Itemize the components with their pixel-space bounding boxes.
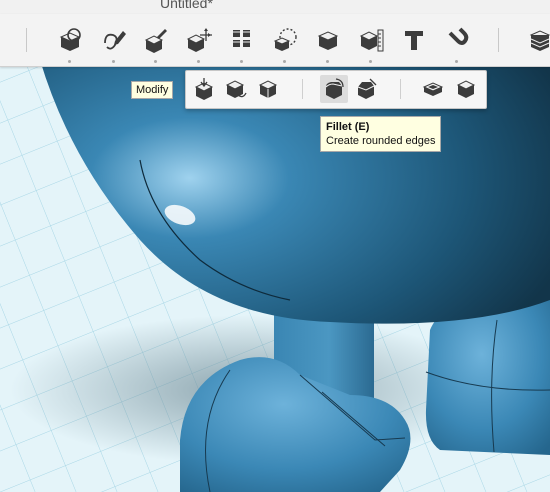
stack-icon [529, 30, 550, 51]
text-t-icon [405, 31, 423, 50]
dropdown-indicator [326, 60, 329, 63]
pattern-tool-button[interactable] [228, 26, 256, 54]
chamfer-button[interactable] [352, 75, 380, 103]
press-pull-icon [194, 78, 214, 100]
dropdown-indicator [197, 60, 200, 63]
window-title: Untitled* [160, 0, 213, 11]
dropdown-indicator [369, 60, 372, 63]
dropdown-indicator [283, 60, 286, 63]
modify-tool-button[interactable] [185, 26, 213, 54]
menu-divider [400, 79, 401, 99]
snap-tool-button[interactable] [443, 26, 471, 54]
grouping-icon [273, 28, 297, 51]
grouping-tool-button[interactable] [271, 26, 299, 54]
dropdown-indicator [68, 60, 71, 63]
shell-button[interactable] [419, 75, 447, 103]
sketch-tool-button[interactable] [56, 26, 84, 54]
dropdown-indicator [455, 60, 458, 63]
split-face-button[interactable] [254, 75, 282, 103]
text-tool-button[interactable] [400, 26, 428, 54]
toolbar-divider [498, 28, 499, 52]
title-bar: Untitled* [0, 0, 550, 14]
construct-tool-button[interactable] [142, 26, 170, 54]
dropdown-indicator [154, 60, 157, 63]
toolbar-divider [26, 28, 27, 52]
main-toolbar [0, 14, 550, 67]
modify-flyout-menu [185, 70, 487, 109]
scale-button[interactable] [452, 75, 480, 103]
pattern-grid-icon [233, 30, 250, 47]
split-icon [258, 80, 278, 98]
fillet-tooltip: Fillet (E) Create rounded edges [320, 116, 442, 152]
construct-icon [144, 29, 167, 53]
model-right-foot [425, 300, 550, 455]
tooltip-title: Fillet (E) [326, 121, 370, 133]
combine-tool-button[interactable] [314, 26, 342, 54]
sketch-edit-tool-button[interactable] [100, 26, 128, 54]
tweak-button[interactable] [222, 75, 250, 103]
ruler-cube-icon [359, 29, 384, 52]
measure-tool-button[interactable] [357, 26, 385, 54]
tooltip-label: Modify [136, 84, 169, 96]
magnet-icon [448, 27, 469, 45]
dropdown-indicator [240, 60, 243, 63]
scale-icon [456, 80, 476, 98]
press-pull-button[interactable] [190, 75, 218, 103]
chamfer-icon [357, 78, 377, 99]
fillet-icon [325, 78, 344, 99]
menu-divider [302, 79, 303, 99]
modify-move-icon [186, 28, 212, 52]
sketch-icon [59, 28, 81, 51]
modify-tooltip: Modify [131, 81, 174, 99]
fillet-button[interactable] [320, 75, 348, 103]
shell-icon [422, 82, 444, 96]
tooltip-description: Create rounded edges [326, 135, 436, 147]
material-tool-button[interactable] [526, 26, 550, 54]
dropdown-indicator [112, 60, 115, 63]
combine-icon [317, 31, 339, 50]
pencil-curve-icon [104, 31, 126, 50]
tweak-icon [225, 80, 247, 98]
